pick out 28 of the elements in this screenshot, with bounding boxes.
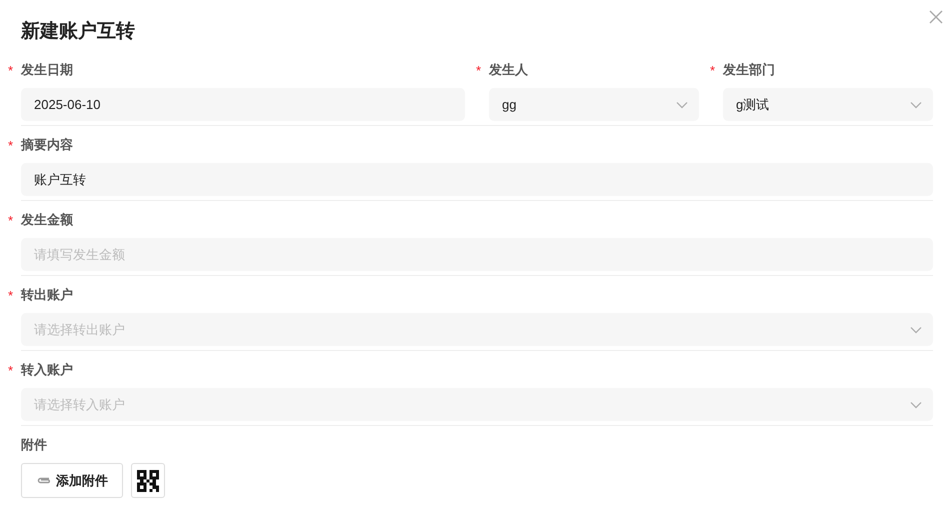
add-attachment-button[interactable]: 添加附件 [21,463,123,498]
input-field[interactable]: 账户互转 [21,163,933,196]
dialog-title: 新建账户互转 [21,20,136,44]
field-label: 发生部门 [723,61,775,79]
required-mark: * [8,212,14,230]
field-label: 发生金额 [21,211,73,229]
qr-code-icon [137,470,159,492]
select-field[interactable]: g测试 [723,88,933,121]
field-label: 摘要内容 [21,136,73,154]
qr-code-button[interactable] [131,463,165,498]
required-mark: * [8,137,14,155]
required-mark: * [710,62,716,80]
field-label: 附件 [21,436,47,454]
field-label: 转入账户 [21,361,73,379]
select-field[interactable]: gg [489,88,699,121]
required-mark: * [8,62,14,80]
chevron-down-icon [910,100,922,108]
required-mark: * [8,287,14,305]
input-field[interactable]: 2025-06-10 [21,88,465,121]
chevron-down-icon [910,326,922,334]
field-label: 发生日期 [21,61,73,79]
chevron-down-icon [910,400,922,408]
chevron-down-icon [676,100,688,108]
field-label: 转出账户 [21,286,73,304]
required-mark: * [476,62,482,80]
required-mark: * [8,362,14,380]
field-label: 发生人 [489,61,528,79]
paperclip-icon [36,476,51,485]
